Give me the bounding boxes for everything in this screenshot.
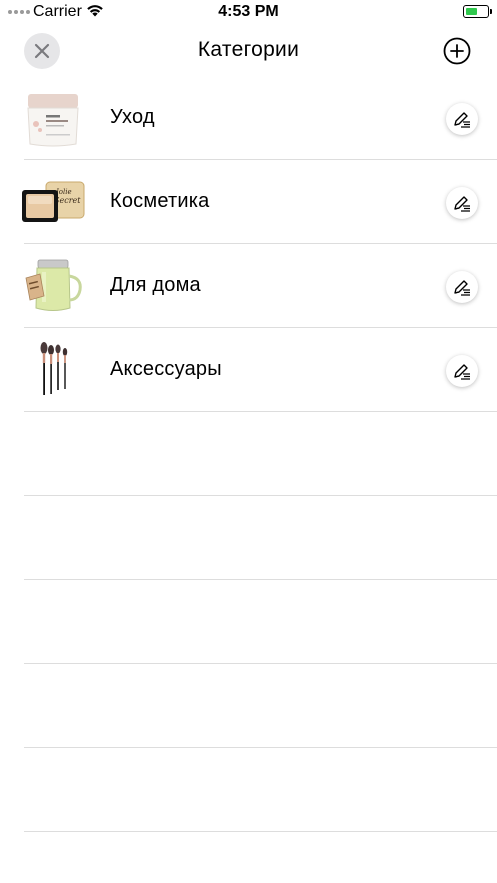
category-label: Аксессуары xyxy=(110,358,222,380)
category-row-care[interactable]: Уход xyxy=(0,76,497,160)
category-row-accessories[interactable]: Аксессуары xyxy=(0,328,497,412)
edit-category-button[interactable] xyxy=(446,355,478,387)
pencil-list-icon xyxy=(454,280,470,296)
row-divider xyxy=(24,831,497,832)
category-label: Уход xyxy=(110,106,155,128)
category-label: Для дома xyxy=(110,274,201,296)
pencil-list-icon xyxy=(454,196,470,212)
edit-category-button[interactable] xyxy=(446,271,478,303)
edit-category-button[interactable] xyxy=(446,187,478,219)
page-title: Категории xyxy=(197,38,300,61)
category-row-home[interactable]: Для дома xyxy=(0,244,497,328)
candle-jar-thumbnail xyxy=(25,259,82,311)
svg-text:Secret: Secret xyxy=(54,196,81,205)
compact-powder-thumbnail: Jolie Secret xyxy=(22,181,85,222)
clock: 4:53 PM xyxy=(218,3,279,20)
empty-row xyxy=(0,580,497,664)
category-label: Косметика xyxy=(110,190,210,212)
empty-row xyxy=(0,412,497,496)
pencil-list-icon xyxy=(454,112,470,128)
status-bar: Carrier 4:53 PM xyxy=(0,0,497,24)
category-row-cosmetics[interactable]: Jolie Secret Косметика xyxy=(0,160,497,244)
empty-row xyxy=(0,496,497,580)
edit-category-button[interactable] xyxy=(446,103,478,135)
battery-icon xyxy=(463,5,492,18)
empty-row xyxy=(0,664,497,748)
makeup-brushes-thumbnail xyxy=(40,342,68,395)
face-cream-jar-thumbnail xyxy=(27,94,79,147)
add-category-button[interactable] xyxy=(443,37,471,65)
pencil-list-icon xyxy=(454,364,470,380)
navigation-bar: Категории xyxy=(0,26,497,76)
category-list: Уход Jolie Secret Косметика Для дома Акс… xyxy=(0,76,497,832)
empty-row xyxy=(0,748,497,832)
